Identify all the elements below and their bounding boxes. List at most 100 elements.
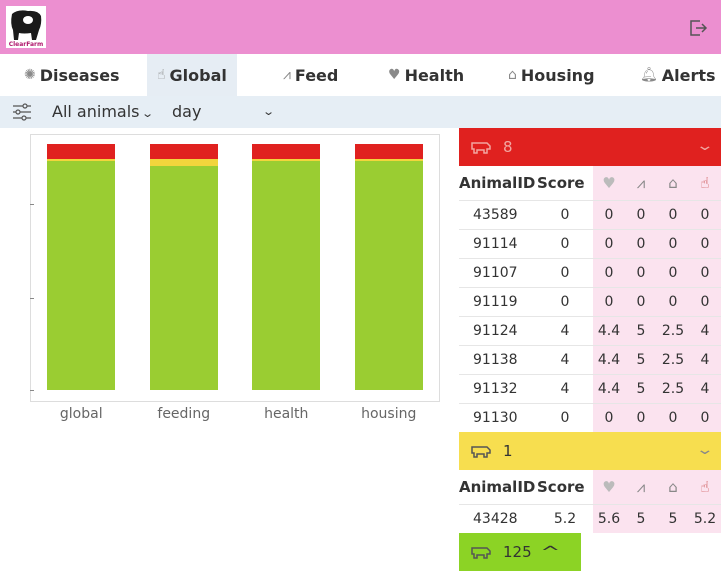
animal-id-cell: 91107 (459, 257, 537, 287)
y-tick (30, 298, 34, 299)
logout-icon[interactable] (687, 17, 709, 39)
feed-col-icon[interactable]: ⩘ (625, 166, 657, 200)
metric-cell: 0 (625, 199, 657, 229)
metric-cell: 5.2 (689, 503, 721, 533)
tab-health[interactable]: ♥ Health (388, 54, 464, 96)
global-col-icon[interactable]: ☝ (689, 166, 721, 200)
metric-cell: 4.4 (593, 344, 625, 374)
chevron-up-icon[interactable]: ^ (540, 543, 560, 561)
tab-feed-label: Feed (294, 65, 339, 85)
animal-id-cell: 91138 (459, 344, 537, 374)
bar-global-warning[interactable] (47, 158, 116, 162)
tab-alerts[interactable]: 🔔︎ Alerts (640, 54, 716, 96)
score-cell: 4 (537, 315, 593, 345)
score-cell: 0 (537, 402, 593, 432)
tab-housing[interactable]: ⌂ Housing (508, 54, 595, 96)
table-row[interactable]: 43428 5.2 5.6 5 5 5.2 (459, 503, 721, 533)
bar-global-ok[interactable] (47, 161, 116, 390)
housing-col-icon[interactable]: ⌂ (657, 470, 689, 504)
bar-health-warning[interactable] (252, 158, 321, 162)
animal-id-cell: 43428 (459, 503, 537, 533)
cow-icon (471, 446, 491, 458)
col-score[interactable]: Score (537, 470, 593, 504)
metric-cell: 0 (625, 228, 657, 258)
group-header-green[interactable]: 125 ^ (459, 533, 581, 571)
metric-cell: 2.5 (657, 344, 689, 374)
tab-global[interactable]: ☝ Global (147, 54, 237, 96)
score-cell: 0 (537, 257, 593, 287)
metric-cell: 5 (625, 344, 657, 374)
tab-housing-label: Housing (520, 65, 595, 85)
bar-housing-warning[interactable] (354, 158, 423, 162)
bar-global-alert[interactable] (47, 144, 116, 159)
group-table-red: AnimalID Score ♥ ⩘ ⌂ ☝ 43589 0 0 0 0 0 91114 0 0… (459, 166, 721, 432)
score-cell: 5.2 (537, 503, 593, 533)
hand-icon: ☝ (157, 67, 166, 83)
col-score[interactable]: Score (537, 166, 593, 200)
heart-icon: ♥ (602, 173, 616, 192)
period-select[interactable]: day ⌄ (172, 96, 275, 128)
x-tick-label: feeding (157, 406, 211, 422)
house-icon: ⌂ (508, 67, 517, 83)
table-row[interactable]: 91107 0 0 0 0 0 (459, 257, 721, 287)
alert-groups-panel: 8 ⌄ AnimalID Score ♥ ⩘ ⌂ ☝ 43589 0 0 0 0 0 911… (459, 128, 721, 571)
chevron-down-icon[interactable]: ⌄ (696, 442, 715, 458)
metric-cell: 0 (689, 402, 721, 432)
tab-diseases[interactable]: ✺ Diseases (24, 54, 120, 96)
metric-cell: 4 (689, 373, 721, 403)
bar-feeding-alert[interactable] (149, 144, 218, 159)
col-animalid[interactable]: AnimalID (459, 470, 537, 504)
score-cell: 4 (537, 344, 593, 374)
feed-col-icon[interactable]: ⩘ (625, 470, 657, 504)
x-tick-label: housing (361, 406, 417, 422)
metric-cell: 5 (625, 373, 657, 403)
bar-health-alert[interactable] (252, 144, 321, 159)
chevron-down-icon[interactable]: ⌄ (696, 138, 715, 154)
metric-cell: 0 (593, 228, 625, 258)
sliders-icon[interactable] (12, 103, 32, 121)
metric-cell: 5 (625, 315, 657, 345)
group-header-red[interactable]: 8 ⌄ (459, 128, 721, 166)
metric-cell: 4.4 (593, 373, 625, 403)
animal-id-cell: 91130 (459, 402, 537, 432)
metric-cell: 0 (689, 257, 721, 287)
table-row[interactable]: 91138 4 4.4 5 2.5 4 (459, 344, 721, 374)
col-animalid[interactable]: AnimalID (459, 166, 537, 200)
bar-feeding-ok[interactable] (149, 166, 218, 390)
table-row[interactable]: 91114 0 0 0 0 0 (459, 228, 721, 258)
animals-select[interactable]: All animals ⌄ (52, 96, 155, 128)
bar-housing-alert[interactable] (354, 144, 423, 159)
bar-housing-ok[interactable] (354, 161, 423, 390)
table-row[interactable]: 43589 0 0 0 0 0 (459, 199, 721, 229)
tab-global-label: Global (169, 65, 227, 85)
group-count: 8 (503, 138, 513, 156)
housing-col-icon[interactable]: ⌂ (657, 166, 689, 200)
metric-cell: 0 (593, 257, 625, 287)
tab-alerts-label: Alerts (661, 65, 716, 85)
group-header-yellow[interactable]: 1 ⌄ (459, 432, 721, 470)
bar-health-ok[interactable] (252, 161, 321, 390)
chevron-down-icon: ⌄ (141, 107, 155, 120)
animal-id-cell: 91119 (459, 286, 537, 316)
grass-icon: ⩘ (636, 477, 646, 496)
tab-feed[interactable]: ⩘ Feed (283, 54, 338, 96)
metric-cell: 0 (657, 286, 689, 316)
top-bar: ClearFarm (0, 0, 721, 54)
health-col-icon[interactable]: ♥ (593, 470, 625, 504)
y-tick (30, 204, 34, 205)
cow-icon (471, 142, 491, 154)
house-icon: ⌂ (668, 477, 678, 496)
metric-cell: 0 (625, 286, 657, 316)
metric-cell: 0 (657, 228, 689, 258)
bar-feeding-warning[interactable] (149, 158, 218, 167)
group-count: 125 (503, 543, 532, 561)
metric-cell: 0 (657, 402, 689, 432)
hand-icon: ☝ (700, 477, 710, 496)
table-row[interactable]: 91124 4 4.4 5 2.5 4 (459, 315, 721, 345)
table-row[interactable]: 91132 4 4.4 5 2.5 4 (459, 373, 721, 403)
table-row[interactable]: 91119 0 0 0 0 0 (459, 286, 721, 316)
table-row[interactable]: 91130 0 0 0 0 0 (459, 402, 721, 432)
health-col-icon[interactable]: ♥ (593, 166, 625, 200)
animal-id-cell: 91132 (459, 373, 537, 403)
global-col-icon[interactable]: ☝ (689, 470, 721, 504)
